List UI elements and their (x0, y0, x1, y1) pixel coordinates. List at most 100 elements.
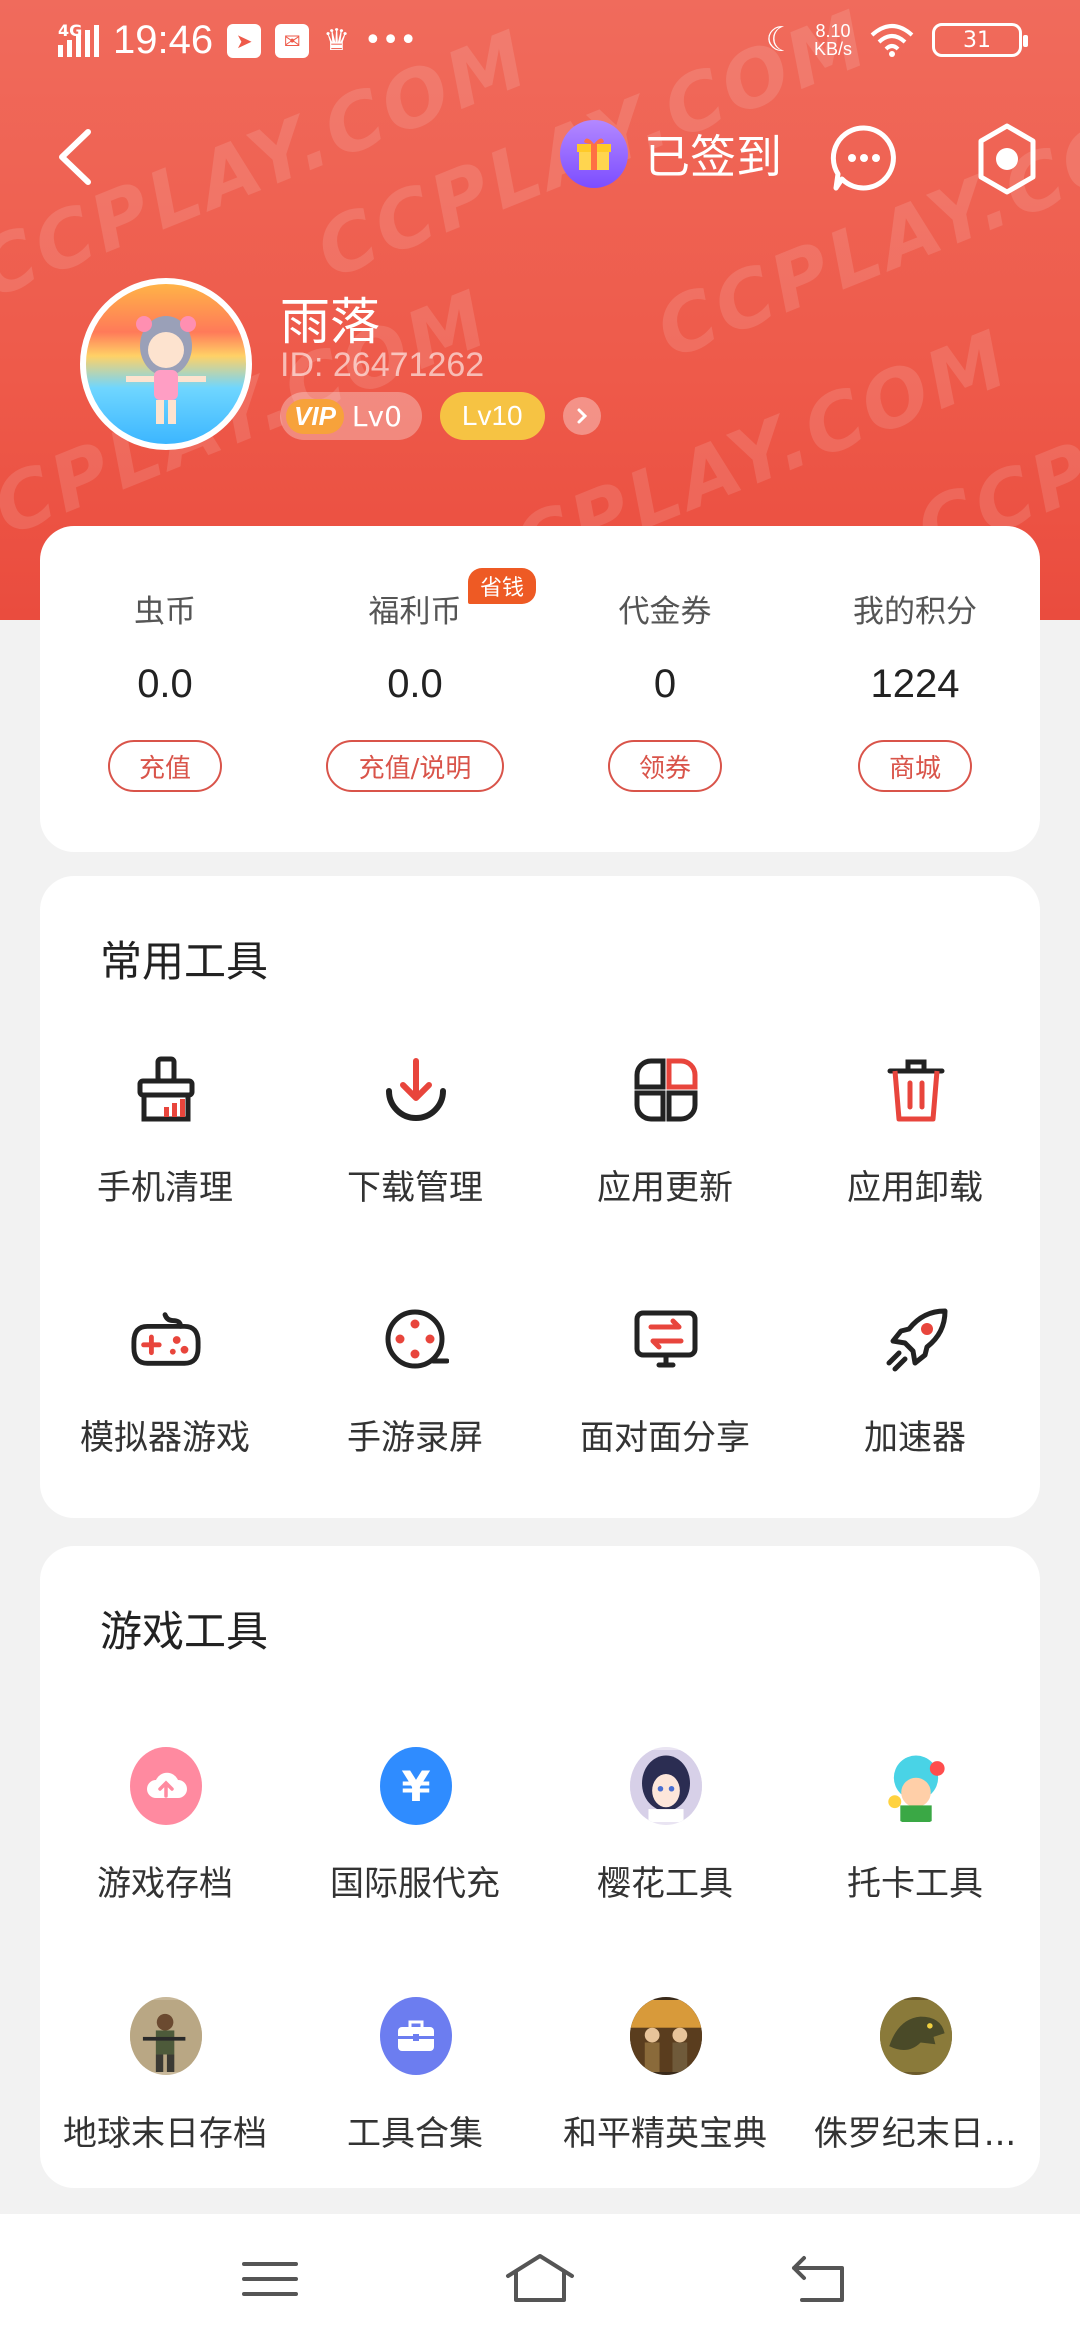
top-navigation: 已签到 (0, 110, 1080, 200)
recharge-button[interactable]: 充值 (108, 740, 222, 792)
film-reel-icon (380, 1304, 452, 1376)
tool-label: 和平精英宝典 (563, 2114, 767, 2154)
tool-jurassic-survival[interactable]: 侏罗纪末日... (790, 1997, 1040, 2200)
vip-level: Lv0 (351, 399, 402, 433)
badge-row: VIP Lv0 Lv10 (280, 392, 601, 440)
section-title: 常用工具 (100, 937, 269, 986)
messages-button[interactable] (830, 124, 898, 192)
tool-app-uninstall[interactable]: 应用卸载 (790, 1054, 1040, 1254)
checkin-label: 已签到 (644, 130, 782, 184)
tool-app-update[interactable]: 应用更新 (540, 1054, 790, 1254)
recharge-info-button[interactable]: 充值/说明 (326, 740, 504, 792)
soldier-icon (130, 1997, 202, 2075)
broom-icon (130, 1054, 202, 1126)
transfer-screen-icon (630, 1304, 702, 1376)
battery-indicator: 31 (932, 23, 1028, 57)
tool-label: 手机清理 (97, 1168, 233, 1208)
wallet-label: 我的积分 (853, 594, 977, 630)
rocket-icon (880, 1304, 952, 1376)
tool-download-manager[interactable]: 下载管理 (290, 1054, 540, 1254)
wallet-value: 0.0 (387, 662, 443, 706)
mail-notification-icon: ✉ (275, 23, 310, 58)
crown-notification-icon: ♛ (323, 23, 351, 58)
back-arrow-icon (59, 129, 91, 185)
tool-toca[interactable]: 托卡工具 (790, 1747, 1040, 1950)
trash-icon (880, 1054, 952, 1126)
chat-bubble-icon (830, 125, 896, 191)
tool-screen-record[interactable]: 手游录屏 (290, 1304, 540, 1504)
tool-label: 国际服代充 (330, 1864, 500, 1904)
common-tools-card: 常用工具 手机清理 下载管理 应用更新 应用卸载 模拟器游戏 手游录屏 面对面分… (40, 876, 1040, 1518)
tool-label: 应用卸载 (847, 1168, 983, 1208)
menu-icon (242, 2262, 298, 2296)
tool-label: 应用更新 (597, 1168, 733, 1208)
mall-button[interactable]: 商城 (858, 740, 972, 792)
back-nav-button[interactable] (780, 2244, 860, 2314)
menu-button[interactable] (230, 2244, 310, 2314)
get-voucher-button[interactable]: 领券 (608, 740, 722, 792)
dinosaur-icon (880, 1997, 952, 2075)
tool-emulator-games[interactable]: 模拟器游戏 (40, 1304, 290, 1504)
return-icon (792, 2256, 844, 2302)
wallet-label: 代金券 (618, 594, 712, 630)
anime-girl-icon (630, 1747, 702, 1825)
user-level-badge[interactable]: Lv10 (439, 392, 545, 440)
tool-label: 工具合集 (347, 2114, 483, 2154)
squad-icon (630, 1997, 702, 2075)
wifi-icon (870, 24, 914, 57)
status-bar: 4G 19:46 ➤ ✉ ♛ ••• ☾ 8.10 KB/s 31 (0, 0, 1080, 80)
save-money-tag: 省钱 (468, 568, 537, 604)
wallet-card: 虫币 0.0 充值 福利币 0.0 充值/说明 省钱 代金券 0 领券 我的积分… (40, 526, 1040, 852)
avatar-character-image (126, 316, 206, 424)
tool-label: 地球末日存档 (63, 2114, 267, 2154)
network-speed: 8.10 KB/s (813, 21, 852, 59)
tool-sakura[interactable]: 樱花工具 (540, 1747, 790, 1950)
back-button[interactable] (48, 122, 108, 192)
telegram-notification-icon: ➤ (227, 23, 262, 58)
home-button[interactable] (500, 2244, 580, 2314)
apps-update-icon (630, 1054, 702, 1126)
checkin-button[interactable]: 已签到 (560, 120, 782, 188)
home-icon (506, 2254, 574, 2302)
vip-mark: VIP (286, 398, 344, 434)
wallet-value: 1224 (870, 662, 960, 706)
tool-accelerator[interactable]: 加速器 (790, 1304, 1040, 1504)
yen-icon: ¥ (380, 1747, 452, 1825)
status-time: 19:46 (113, 18, 214, 62)
game-tools-card: 游戏工具 游戏存档 ¥ 国际服代充 樱花工具 托卡工具 地球末日存档 工具合集 … (40, 1546, 1040, 2188)
tool-label: 模拟器游戏 (80, 1418, 250, 1458)
tool-intl-server-recharge[interactable]: ¥ 国际服代充 (290, 1747, 540, 1950)
tool-face-to-face-share[interactable]: 面对面分享 (540, 1304, 790, 1504)
moon-icon: ☾ (765, 20, 796, 60)
wallet-value: 0.0 (137, 662, 193, 706)
settings-button[interactable] (970, 122, 1044, 196)
cellular-signal-icon: 4G (58, 21, 99, 57)
gear-icon (978, 123, 1036, 195)
cloud-upload-icon (130, 1747, 202, 1825)
gift-icon (560, 120, 628, 188)
wallet-label: 虫币 (134, 594, 196, 630)
tool-peace-elite-guide[interactable]: 和平精英宝典 (540, 1997, 790, 2200)
vip-badge[interactable]: VIP Lv0 (280, 392, 422, 440)
user-id: ID: 26471262 (280, 346, 485, 384)
more-notifications-icon: ••• (364, 23, 418, 58)
chevron-right-icon (577, 408, 587, 424)
tool-label: 面对面分享 (580, 1418, 750, 1458)
section-title: 游戏工具 (100, 1607, 269, 1656)
tool-phone-cleanup[interactable]: 手机清理 (40, 1054, 290, 1254)
tool-label: 加速器 (864, 1418, 966, 1458)
toolbox-icon (380, 1997, 452, 2075)
wallet-value: 0 (653, 662, 677, 706)
gamepad-icon (130, 1304, 202, 1376)
tool-label: 游戏存档 (97, 1864, 233, 1904)
tool-game-save[interactable]: 游戏存档 (40, 1747, 290, 1950)
system-navigation-bar (0, 2214, 1080, 2340)
network-type: 4G (58, 20, 83, 40)
avatar[interactable] (80, 278, 252, 450)
tool-label: 托卡工具 (847, 1864, 983, 1904)
tool-collection[interactable]: 工具合集 (290, 1997, 540, 2200)
toca-kid-icon (880, 1747, 952, 1825)
profile-more-button[interactable] (562, 397, 601, 435)
download-icon (380, 1054, 452, 1126)
tool-last-day-on-earth-save[interactable]: 地球末日存档 (40, 1997, 290, 2200)
